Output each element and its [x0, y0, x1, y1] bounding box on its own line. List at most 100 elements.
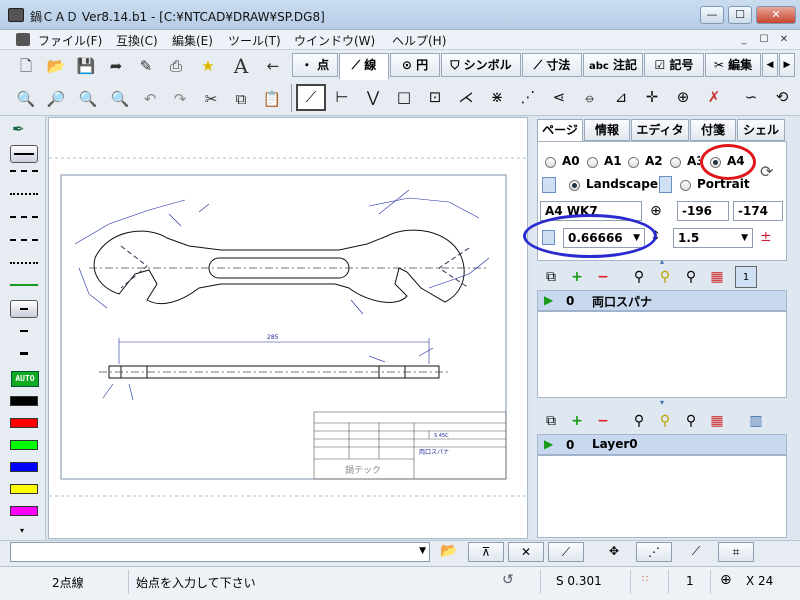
snap-midpoint-button[interactable]: ⋰: [636, 542, 672, 562]
layer-visible-icon[interactable]: ⚲: [628, 410, 650, 432]
tab-page[interactable]: ページ: [537, 119, 583, 143]
zoom-out-icon[interactable]: 🔍: [107, 86, 133, 112]
triangle-tool-icon[interactable]: ⊿: [607, 84, 635, 110]
color-swatch-black[interactable]: [10, 396, 38, 406]
parts-visible-icon[interactable]: ⚲: [628, 266, 650, 288]
menu-tools[interactable]: ツール(T): [228, 32, 281, 49]
mdi-close-button[interactable]: ✕: [776, 33, 792, 47]
parallel-line-tool-icon[interactable]: ⋰: [514, 84, 542, 110]
layer-list-item[interactable]: ▶ 0 Layer0: [538, 435, 786, 455]
mdi-restore-button[interactable]: ☐: [756, 33, 772, 47]
open-icon[interactable]: 📂: [43, 53, 69, 79]
export-icon[interactable]: ➦: [103, 53, 129, 79]
import-icon[interactable]: ✎: [133, 53, 159, 79]
two-point-line-tool-icon[interactable]: ⟋: [297, 84, 325, 110]
menu-help[interactable]: ヘルプ(H): [392, 32, 446, 49]
line-style-dot2[interactable]: [10, 262, 38, 276]
color-swatch-red[interactable]: [10, 418, 38, 428]
command-input[interactable]: ▼: [10, 542, 430, 562]
rectangle-tool-icon[interactable]: □: [390, 84, 418, 110]
parts-hide-all-icon[interactable]: ⚲: [680, 266, 702, 288]
paper-a4-radio[interactable]: [710, 157, 721, 168]
undo-icon[interactable]: ↶: [137, 86, 163, 112]
tab-editor[interactable]: エディタ: [631, 119, 689, 141]
snap-endpoint-button[interactable]: ⊼: [468, 542, 504, 562]
tangent-line-tool-icon[interactable]: ⋖: [545, 84, 573, 110]
tab-edit[interactable]: ✂ 編集: [705, 53, 761, 77]
line-style-dash2[interactable]: [10, 239, 38, 253]
snap-perpendicular-button[interactable]: ⟋: [678, 542, 714, 562]
menu-file[interactable]: ファイル(F): [38, 32, 102, 49]
parts-add-icon[interactable]: +: [566, 266, 588, 288]
tab-symbol[interactable]: ⛉ シンボル: [441, 53, 521, 77]
scale-select[interactable]: 0.66666 ▼: [563, 228, 645, 248]
layer-color-icon[interactable]: ▦: [706, 410, 728, 432]
line-style-solid-green[interactable]: [10, 284, 38, 298]
splitter-handle[interactable]: ▴: [660, 257, 664, 266]
sort-icon[interactable]: ±: [760, 229, 772, 245]
menu-compat[interactable]: 互換(C): [116, 32, 158, 49]
line-style-dashdot[interactable]: [10, 216, 38, 230]
line-width-button[interactable]: [10, 300, 38, 318]
color-swatch-yellow[interactable]: [10, 484, 38, 494]
tab-line[interactable]: ⟋ 線: [339, 53, 389, 80]
text-icon[interactable]: A: [228, 53, 254, 79]
close-button[interactable]: ✕: [756, 6, 796, 24]
tab-info[interactable]: 情報: [584, 119, 630, 141]
paste-icon[interactable]: 📋: [259, 86, 285, 112]
angle-line-tool-icon[interactable]: ⋌: [452, 84, 480, 110]
paper-preset-select[interactable]: A4 WK7: [540, 201, 642, 221]
drawing-canvas[interactable]: 285 鍋テック 両口スパナ S 45C: [48, 117, 529, 539]
color-swatch-blue[interactable]: [10, 462, 38, 472]
parts-copy-icon[interactable]: ⧉: [540, 266, 562, 288]
snap-on-line-button[interactable]: ⟋: [548, 542, 584, 562]
menu-edit[interactable]: 編集(E): [172, 32, 213, 49]
paper-a1-radio[interactable]: [587, 157, 598, 168]
cut-icon[interactable]: ✂: [198, 86, 224, 112]
continuous-line-tool-icon[interactable]: ⋁: [359, 84, 387, 110]
tab-sticky-note[interactable]: 付箋: [690, 119, 736, 141]
portrait-radio[interactable]: [680, 180, 691, 191]
menu-window[interactable]: ウインドウ(W): [294, 32, 375, 49]
layer-show-all-icon[interactable]: ⚲: [654, 410, 676, 432]
snap-grid-button[interactable]: ⌗: [718, 542, 754, 562]
parts-remove-icon[interactable]: −: [592, 266, 614, 288]
line-style-dashed[interactable]: [10, 170, 38, 184]
copy-icon[interactable]: ⧉: [228, 86, 254, 112]
perpendicular-line-tool-icon[interactable]: ⊢: [328, 84, 356, 110]
star-icon[interactable]: ★: [195, 53, 221, 79]
tab-mark[interactable]: ☑ 記号: [644, 53, 704, 77]
tab-annotation[interactable]: abc 注記: [583, 53, 643, 77]
cross-line-tool-icon[interactable]: ✛: [638, 84, 666, 110]
parts-list-item[interactable]: ▶ 0 両口スパナ: [538, 291, 786, 311]
refresh-status-icon[interactable]: ↺: [502, 572, 514, 588]
tab-scroll-left-button[interactable]: ◀: [762, 53, 778, 77]
auto-color-button[interactable]: AUTO: [11, 371, 39, 387]
paper-a2-radio[interactable]: [628, 157, 639, 168]
layer-copy-icon[interactable]: ⧉: [540, 410, 562, 432]
save-icon[interactable]: 💾: [73, 53, 99, 79]
layer-add-icon[interactable]: +: [566, 410, 588, 432]
print-icon[interactable]: ⎙: [163, 53, 189, 79]
parts-color-icon[interactable]: ▦: [706, 266, 728, 288]
paper-a0-radio[interactable]: [545, 157, 556, 168]
origin-x-field[interactable]: -196: [677, 201, 729, 221]
center-rectangle-tool-icon[interactable]: ⊡: [421, 84, 449, 110]
arrow-icon[interactable]: ←: [260, 53, 286, 79]
bisector-tool-icon[interactable]: ⋇: [483, 84, 511, 110]
line-style-dotted[interactable]: [10, 193, 38, 207]
layer-hide-all-icon[interactable]: ⚲: [680, 410, 702, 432]
grid-dots-icon[interactable]: ∷: [642, 574, 649, 585]
landscape-radio[interactable]: [569, 180, 580, 191]
circle-tangent-tool-icon[interactable]: ⦵: [576, 84, 604, 110]
line-scale-select[interactable]: 1.5 ▼: [673, 228, 753, 248]
line-weight-button[interactable]: [10, 145, 38, 163]
folder-icon[interactable]: 📂: [440, 543, 457, 559]
center-mark-tool-icon[interactable]: ⊕: [669, 84, 697, 110]
zoom-window-icon[interactable]: 🔍: [13, 86, 39, 112]
splitter-handle[interactable]: ▾: [660, 398, 664, 407]
maximize-button[interactable]: ☐: [728, 6, 752, 24]
tab-dimension[interactable]: ⟋ 寸法: [522, 53, 582, 77]
tab-shell[interactable]: シェル: [737, 119, 785, 141]
layer-remove-icon[interactable]: −: [592, 410, 614, 432]
